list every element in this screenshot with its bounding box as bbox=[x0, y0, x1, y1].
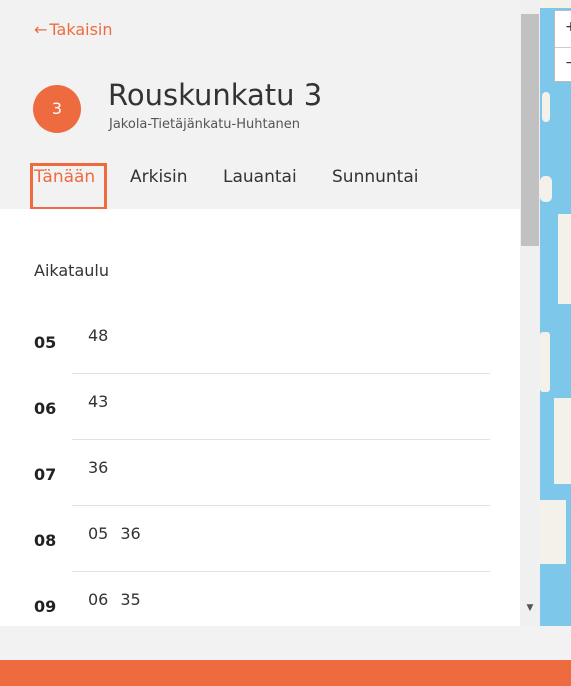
tab-saturday[interactable]: Lauantai bbox=[223, 167, 297, 187]
map-land bbox=[540, 500, 566, 564]
zoom-out-button[interactable]: − bbox=[565, 55, 571, 71]
row-divider bbox=[72, 373, 490, 374]
departure-minute: 36 bbox=[120, 524, 141, 543]
departure-minute: 35 bbox=[120, 590, 141, 609]
route-number-badge: 3 bbox=[33, 85, 81, 133]
back-link[interactable]: ← Takaisin bbox=[34, 20, 113, 39]
map-land bbox=[540, 176, 552, 202]
departure-minutes: 36 bbox=[88, 458, 120, 477]
zoom-in-button[interactable]: + bbox=[565, 19, 571, 35]
departure-minute: 06 bbox=[88, 590, 109, 609]
departure-minute: 05 bbox=[88, 524, 109, 543]
map-land bbox=[540, 0, 571, 8]
hour-label: 09 bbox=[34, 597, 57, 616]
hour-label: 08 bbox=[34, 531, 57, 550]
timetable-title: Aikataulu bbox=[34, 261, 109, 280]
scroll-down-arrow-icon[interactable]: ▼ bbox=[520, 600, 540, 616]
departure-minutes: 06 35 bbox=[88, 590, 153, 609]
hour-label: 06 bbox=[34, 399, 57, 418]
timetable-content[interactable]: Aikataulu 05 48 06 43 07 36 08 05 36 09 06 35 bbox=[0, 209, 520, 626]
stop-name: Rouskunkatu 3 bbox=[108, 78, 323, 112]
zoom-divider bbox=[555, 47, 571, 48]
tab-sunday[interactable]: Sunnuntai bbox=[332, 167, 418, 187]
back-label: Takaisin bbox=[49, 20, 113, 39]
timetable-row: 08 05 36 bbox=[0, 513, 520, 579]
row-divider bbox=[72, 505, 490, 506]
departure-minute: 43 bbox=[88, 392, 109, 411]
departure-minutes: 05 36 bbox=[88, 524, 153, 543]
row-divider bbox=[72, 571, 490, 572]
tab-weekdays[interactable]: Arkisin bbox=[130, 167, 188, 187]
departure-minute: 36 bbox=[88, 458, 109, 477]
timetable-row: 07 36 bbox=[0, 447, 520, 513]
scrollbar-thumb[interactable] bbox=[521, 14, 539, 246]
map-view[interactable]: + − bbox=[540, 0, 571, 626]
hour-label: 05 bbox=[34, 333, 57, 352]
map-land bbox=[554, 398, 571, 484]
footer-accent-bar bbox=[0, 660, 571, 686]
departure-minutes: 48 bbox=[88, 326, 120, 345]
departure-minutes: 43 bbox=[88, 392, 120, 411]
tab-today[interactable]: Tänään bbox=[34, 167, 95, 187]
map-land bbox=[540, 332, 550, 392]
arrow-left-icon: ← bbox=[34, 20, 48, 39]
departure-minute: 48 bbox=[88, 326, 109, 345]
row-divider bbox=[72, 439, 490, 440]
footer-spacer bbox=[0, 626, 571, 660]
route-name: Jakola-Tietäjänkatu-Huhtanen bbox=[109, 117, 301, 132]
timetable-row: 09 06 35 bbox=[0, 579, 520, 626]
map-land bbox=[542, 92, 550, 122]
hour-label: 07 bbox=[34, 465, 57, 484]
timetable-row: 06 43 bbox=[0, 381, 520, 447]
timetable-row: 05 48 bbox=[0, 315, 520, 381]
map-zoom-control: + − bbox=[554, 10, 571, 82]
map-land bbox=[558, 214, 571, 304]
stop-timetable-panel: ← Takaisin 3 Rouskunkatu 3 Jakola-Tietäjä… bbox=[0, 0, 540, 626]
